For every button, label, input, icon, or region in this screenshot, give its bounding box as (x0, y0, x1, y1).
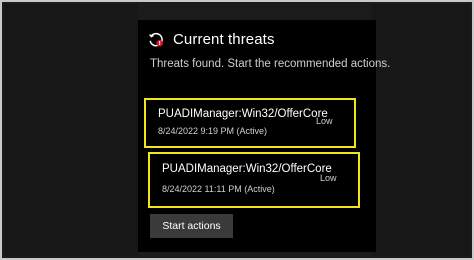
threat-item[interactable]: PUADIManager:Win32/OfferCore 8/24/2022 1… (148, 152, 360, 208)
threat-name: PUADIManager:Win32/OfferCore (158, 108, 328, 120)
threat-severity: Low (320, 173, 337, 183)
background-left (4, 4, 138, 256)
background-right (372, 4, 470, 256)
threat-timestamp: 8/24/2022 9:19 PM (Active) (158, 126, 268, 136)
panel-subtitle: Threats found. Start the recommended act… (150, 58, 391, 70)
start-actions-button[interactable]: Start actions (150, 214, 233, 238)
current-threats-panel: Current threats Threats found. Start the… (138, 20, 390, 252)
screenshot-frame: Current threats Threats found. Start the… (0, 0, 474, 260)
threat-severity: Low (316, 116, 333, 126)
panel-title: Current threats (173, 31, 275, 48)
threat-name: PUADIManager:Win32/OfferCore (162, 163, 332, 175)
threat-timestamp: 8/24/2022 11:11 PM (Active) (162, 184, 275, 194)
threat-history-icon (148, 32, 164, 48)
threat-item[interactable]: PUADIManager:Win32/OfferCore 8/24/2022 9… (144, 98, 356, 148)
panel-header: Current threats (148, 31, 275, 48)
